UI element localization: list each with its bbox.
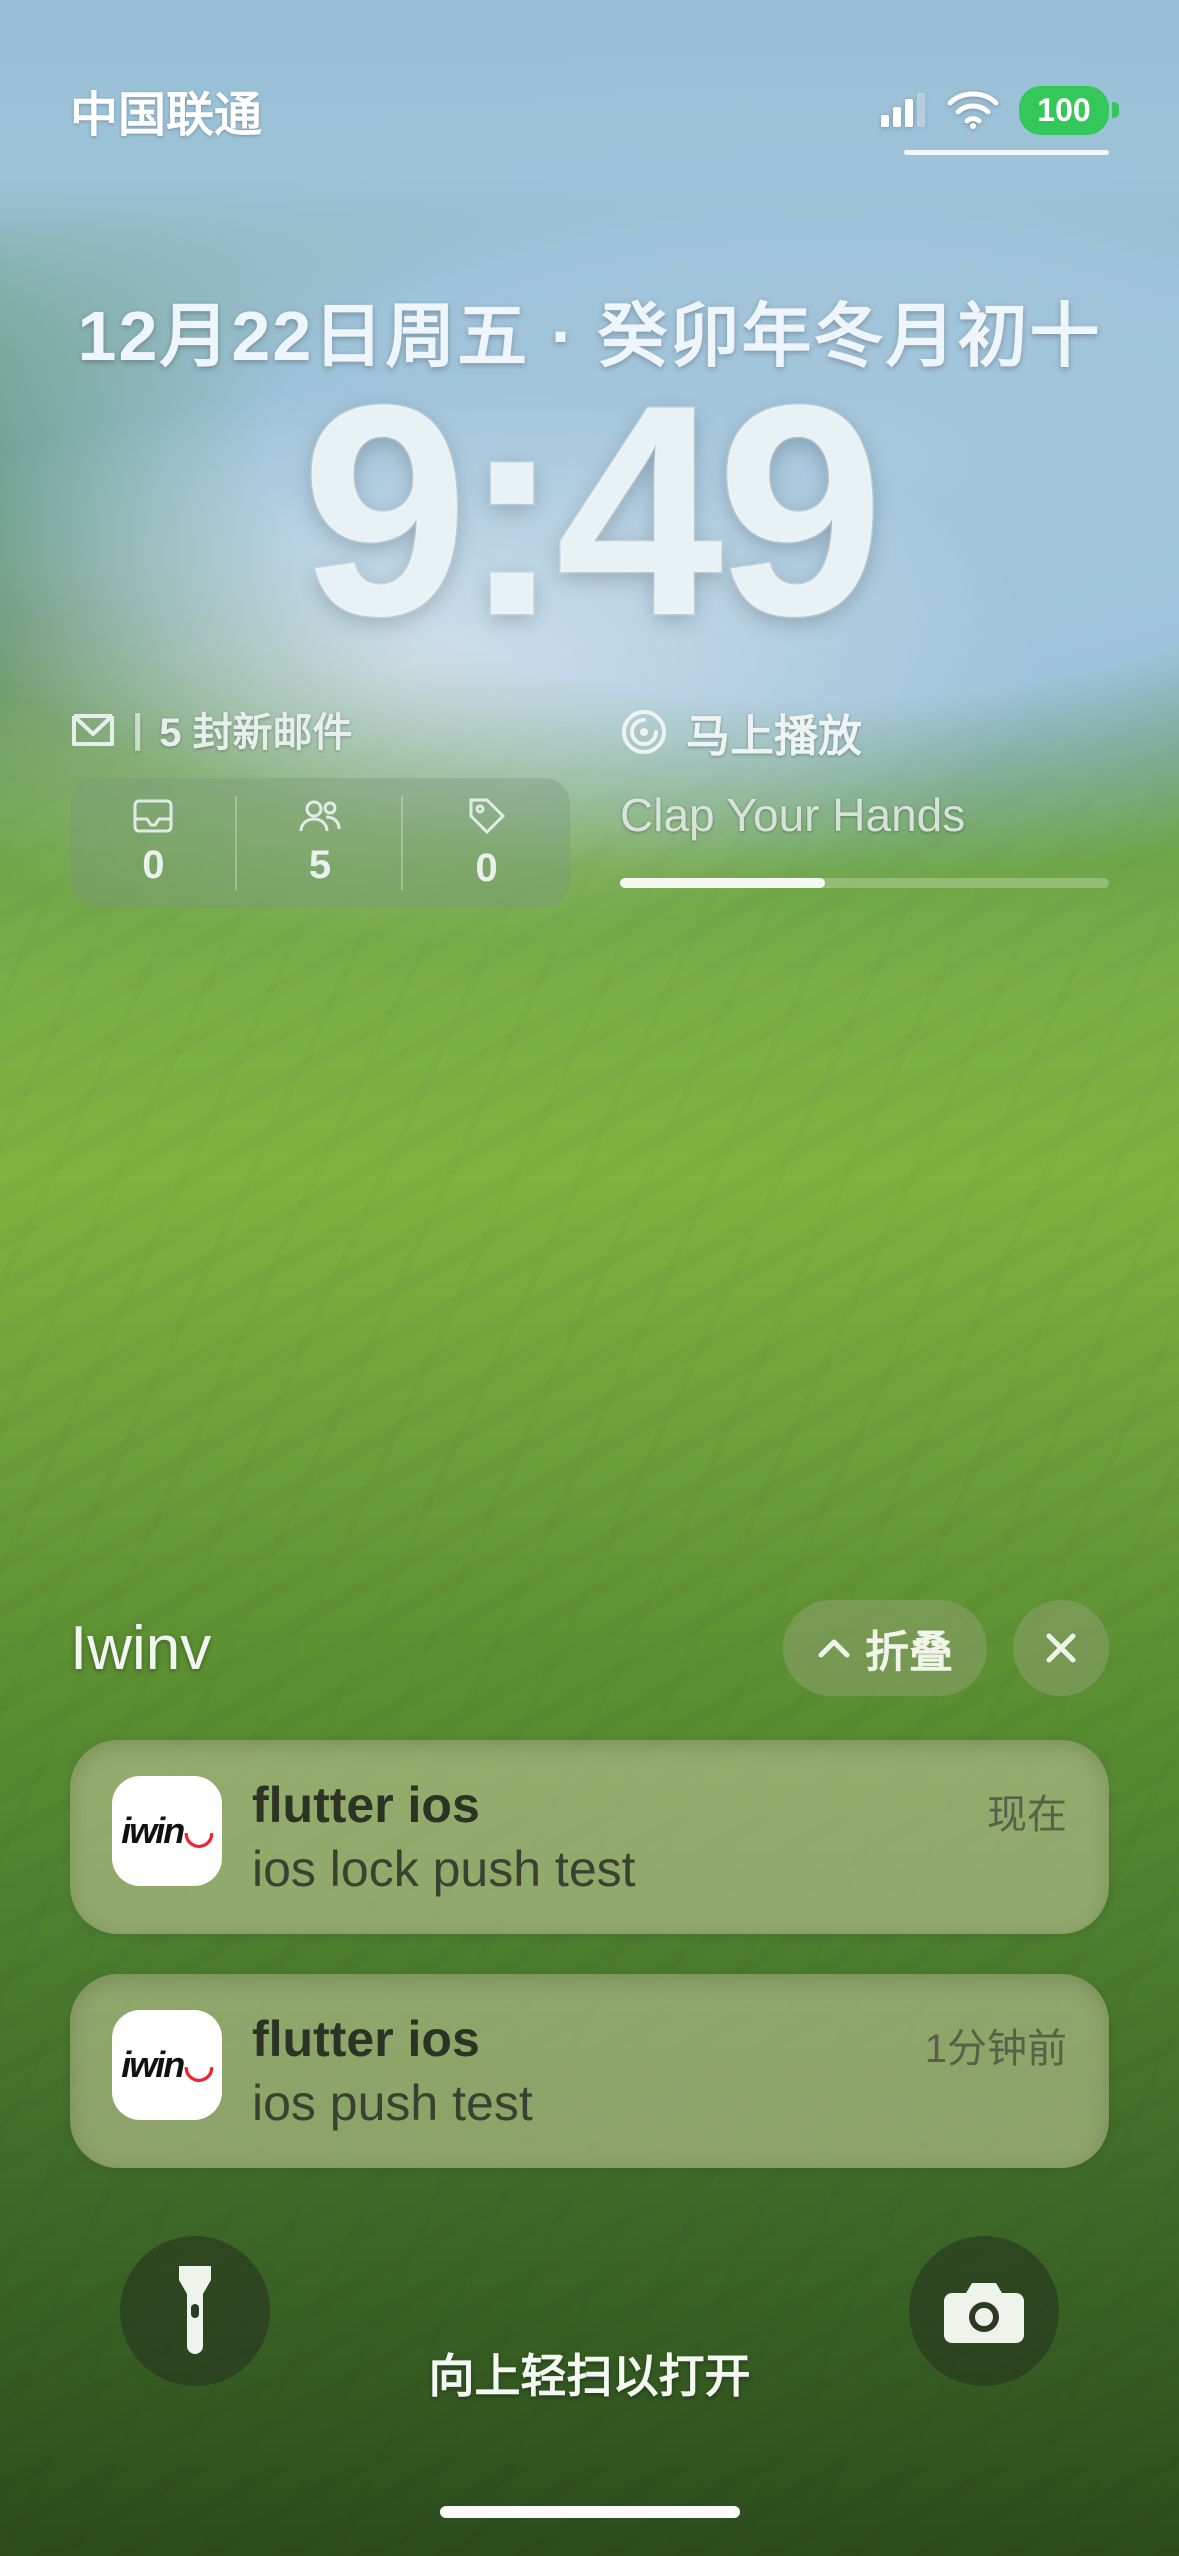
notification-title: flutter ios xyxy=(252,1776,947,1834)
status-icons: 100 xyxy=(881,86,1109,135)
camera-icon xyxy=(942,2279,1026,2343)
focus-underline xyxy=(904,150,1109,155)
music-app-icon xyxy=(620,708,668,756)
people-icon xyxy=(298,799,342,833)
cellular-icon xyxy=(881,93,927,127)
notification-time: 1分钟前 xyxy=(925,2010,1067,2074)
close-icon xyxy=(1043,1630,1079,1666)
collapse-button[interactable]: 折叠 xyxy=(783,1600,987,1696)
mail-widget-label: 5 封新邮件 xyxy=(159,700,352,758)
music-heading: 马上播放 xyxy=(686,700,862,764)
carrier-label: 中国联通 xyxy=(70,75,262,145)
notification-body: ios push test xyxy=(252,2074,885,2132)
notification-app-icon: iwin◡ xyxy=(112,2010,222,2120)
swipe-hint: 向上轻扫以打开 xyxy=(0,2340,1179,2406)
battery-indicator: 100 xyxy=(1019,86,1109,135)
notification-card[interactable]: iwin◡ flutter ios ios push test 1分钟前 xyxy=(70,1974,1109,2168)
notification-time: 现在 xyxy=(987,1776,1067,1840)
mail-widget[interactable]: | 5 封新邮件 0 5 0 xyxy=(70,700,570,908)
wifi-icon xyxy=(947,91,999,129)
music-progress[interactable] xyxy=(620,878,1109,888)
mail-cell-value: 0 xyxy=(142,843,164,888)
status-bar: 中国联通 100 xyxy=(0,0,1179,170)
tag-icon xyxy=(467,796,507,836)
notification-title: flutter ios xyxy=(252,2010,885,2068)
music-widget[interactable]: 马上播放 Clap Your Hands xyxy=(620,700,1109,908)
mail-widget-cell[interactable]: 5 xyxy=(237,778,404,908)
notification-card[interactable]: iwin◡ flutter ios ios lock push test 现在 xyxy=(70,1740,1109,1934)
chevron-up-icon xyxy=(817,1637,851,1659)
mail-cell-value: 5 xyxy=(309,843,331,888)
notification-group-title: Iwinv xyxy=(70,1613,783,1684)
collapse-label: 折叠 xyxy=(865,1616,953,1680)
mail-cell-value: 0 xyxy=(476,846,498,891)
music-track: Clap Your Hands xyxy=(620,788,1109,842)
mail-app-icon xyxy=(70,706,116,752)
inbox-icon xyxy=(133,799,173,833)
notification-app-icon: iwin◡ xyxy=(112,1776,222,1886)
lock-clock: 9:49 xyxy=(0,360,1179,660)
notification-body: ios lock push test xyxy=(252,1840,947,1898)
close-group-button[interactable] xyxy=(1013,1600,1109,1696)
home-indicator[interactable] xyxy=(440,2506,740,2518)
mail-widget-cell[interactable]: 0 xyxy=(403,778,570,908)
mail-widget-cell[interactable]: 0 xyxy=(70,778,237,908)
